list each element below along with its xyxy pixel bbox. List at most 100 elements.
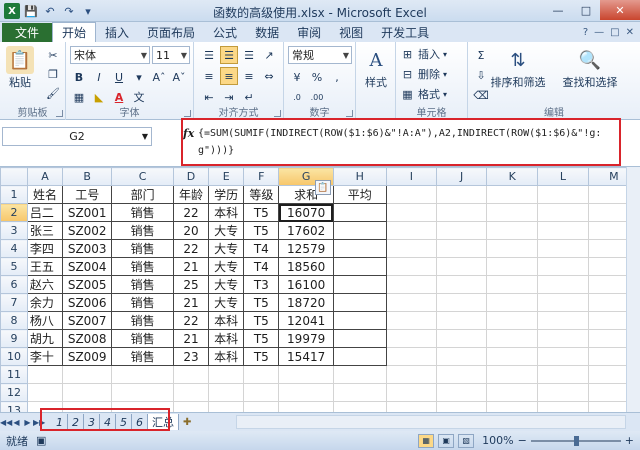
cell-j8[interactable] <box>435 311 488 330</box>
cell-k4[interactable] <box>486 239 539 258</box>
cell-k9[interactable] <box>486 329 539 348</box>
middle-align-icon[interactable]: ☰ <box>220 46 238 64</box>
cell-l11[interactable] <box>537 365 589 384</box>
cell-table[interactable]: A B C D E F G H I J K L M 1 姓名 工号 部门 年龄 学历 等级 求和 平均 2 吕二 SZ001 销售… <box>0 167 640 412</box>
cell-l13[interactable] <box>537 401 589 412</box>
align-right-icon[interactable]: ≡ <box>240 67 258 85</box>
cell-c2[interactable]: 销售 <box>111 203 174 222</box>
format-cells-button[interactable]: ▦ 格式 ▾ <box>400 86 447 102</box>
cell-j1[interactable] <box>435 185 488 204</box>
cell-i5[interactable] <box>385 257 438 276</box>
prev-sheet-icon[interactable]: ◀ <box>11 418 22 427</box>
cell-a3[interactable]: 张三 <box>26 221 64 240</box>
cell-f11[interactable] <box>243 365 280 384</box>
currency-icon[interactable]: ¥ <box>288 68 306 86</box>
row-header-8[interactable]: 8 <box>0 311 28 330</box>
cell-d13[interactable] <box>172 401 210 412</box>
underline-dropdown-icon[interactable]: ▾ <box>130 68 148 86</box>
cell-c1[interactable]: 部门 <box>111 185 174 204</box>
row-header-2[interactable]: 2 <box>0 203 28 222</box>
row-header-9[interactable]: 9 <box>0 329 28 348</box>
cell-g12[interactable] <box>278 383 334 402</box>
horizontal-scrollbar[interactable] <box>236 415 626 429</box>
cell-a2[interactable]: 吕二 <box>26 203 64 222</box>
save-icon[interactable]: 💾 <box>23 3 39 19</box>
cell-f6[interactable]: T3 <box>243 275 280 294</box>
cell-j7[interactable] <box>435 293 488 312</box>
cell-l2[interactable] <box>537 203 589 222</box>
number-format-select[interactable]: 常规 ▼ <box>288 46 352 64</box>
cell-b7[interactable]: SZ006 <box>62 293 113 312</box>
cell-e5[interactable]: 大专 <box>208 257 245 276</box>
cell-i13[interactable] <box>385 401 438 412</box>
select-all-corner[interactable] <box>0 167 28 186</box>
paste-button[interactable]: 📋 粘贴 <box>6 46 34 90</box>
worksheet-grid[interactable]: A B C D E F G H I J K L M 1 姓名 工号 部门 年龄 学历 等级 求和 平均 2 吕二 SZ001 销售… <box>0 167 640 412</box>
cell-g10[interactable]: 15417 <box>278 347 334 366</box>
top-align-icon[interactable]: ☰ <box>200 46 218 64</box>
font-name-select[interactable]: 宋体 ▼ <box>70 46 150 64</box>
cell-l5[interactable] <box>537 257 589 276</box>
row-header-6[interactable]: 6 <box>0 275 28 294</box>
cell-b5[interactable]: SZ004 <box>62 257 113 276</box>
tab-view[interactable]: 视图 <box>330 23 372 42</box>
column-header-i[interactable]: I <box>385 167 438 186</box>
cell-e4[interactable]: 大专 <box>208 239 245 258</box>
cell-j6[interactable] <box>435 275 488 294</box>
cell-c9[interactable]: 销售 <box>111 329 174 348</box>
cell-c5[interactable]: 销售 <box>111 257 174 276</box>
cell-h6[interactable] <box>332 275 387 294</box>
cell-h10[interactable] <box>332 347 387 366</box>
cell-f7[interactable]: T5 <box>243 293 280 312</box>
row-header-4[interactable]: 4 <box>0 239 28 258</box>
cell-j13[interactable] <box>435 401 488 412</box>
cell-d2[interactable]: 22 <box>172 203 210 222</box>
help-icon[interactable]: ? <box>583 27 588 38</box>
cell-j9[interactable] <box>435 329 488 348</box>
row-header-10[interactable]: 10 <box>0 347 28 366</box>
underline-icon[interactable]: U <box>110 68 128 86</box>
align-left-icon[interactable]: ≡ <box>200 67 218 85</box>
orientation-icon[interactable]: ↗ <box>260 46 278 64</box>
cell-e1[interactable]: 学历 <box>208 185 245 204</box>
zoom-thumb[interactable] <box>573 435 579 446</box>
cell-i3[interactable] <box>385 221 438 240</box>
cell-f2[interactable]: T5 <box>243 203 280 222</box>
column-header-e[interactable]: E <box>208 167 245 186</box>
tab-insert[interactable]: 插入 <box>96 23 138 42</box>
cell-g4[interactable]: 12579 <box>278 239 334 258</box>
percent-icon[interactable]: % <box>308 68 326 86</box>
cell-d4[interactable]: 22 <box>172 239 210 258</box>
cell-f13[interactable] <box>243 401 280 412</box>
cell-k2[interactable] <box>486 203 539 222</box>
zoom-slider[interactable] <box>530 435 621 446</box>
cell-i12[interactable] <box>385 383 438 402</box>
row-header-5[interactable]: 5 <box>0 257 28 276</box>
cell-k10[interactable] <box>486 347 539 366</box>
cell-k7[interactable] <box>486 293 539 312</box>
undo-icon[interactable]: ↶ <box>42 3 58 19</box>
cell-c12[interactable] <box>111 383 174 402</box>
cell-j4[interactable] <box>435 239 488 258</box>
insert-cells-button[interactable]: ⊞ 插入 ▾ <box>400 46 447 62</box>
tab-file[interactable]: 文件 <box>2 23 52 42</box>
cell-e2[interactable]: 本科 <box>208 203 245 222</box>
cell-b8[interactable]: SZ007 <box>62 311 113 330</box>
cell-h8[interactable] <box>332 311 387 330</box>
bold-icon[interactable]: B <box>70 68 88 86</box>
cell-b10[interactable]: SZ009 <box>62 347 113 366</box>
cell-h4[interactable] <box>332 239 387 258</box>
cell-k13[interactable] <box>486 401 539 412</box>
cell-c11[interactable] <box>111 365 174 384</box>
cell-b3[interactable]: SZ002 <box>62 221 113 240</box>
tab-data[interactable]: 数据 <box>246 23 288 42</box>
cell-b12[interactable] <box>62 383 113 402</box>
cell-a9[interactable]: 胡九 <box>26 329 64 348</box>
cell-k1[interactable] <box>486 185 539 204</box>
cell-i10[interactable] <box>385 347 438 366</box>
column-header-h[interactable]: H <box>332 167 387 186</box>
close-icon[interactable]: ✕ <box>600 0 640 20</box>
cell-g8[interactable]: 12041 <box>278 311 334 330</box>
cell-i11[interactable] <box>385 365 438 384</box>
cell-l7[interactable] <box>537 293 589 312</box>
